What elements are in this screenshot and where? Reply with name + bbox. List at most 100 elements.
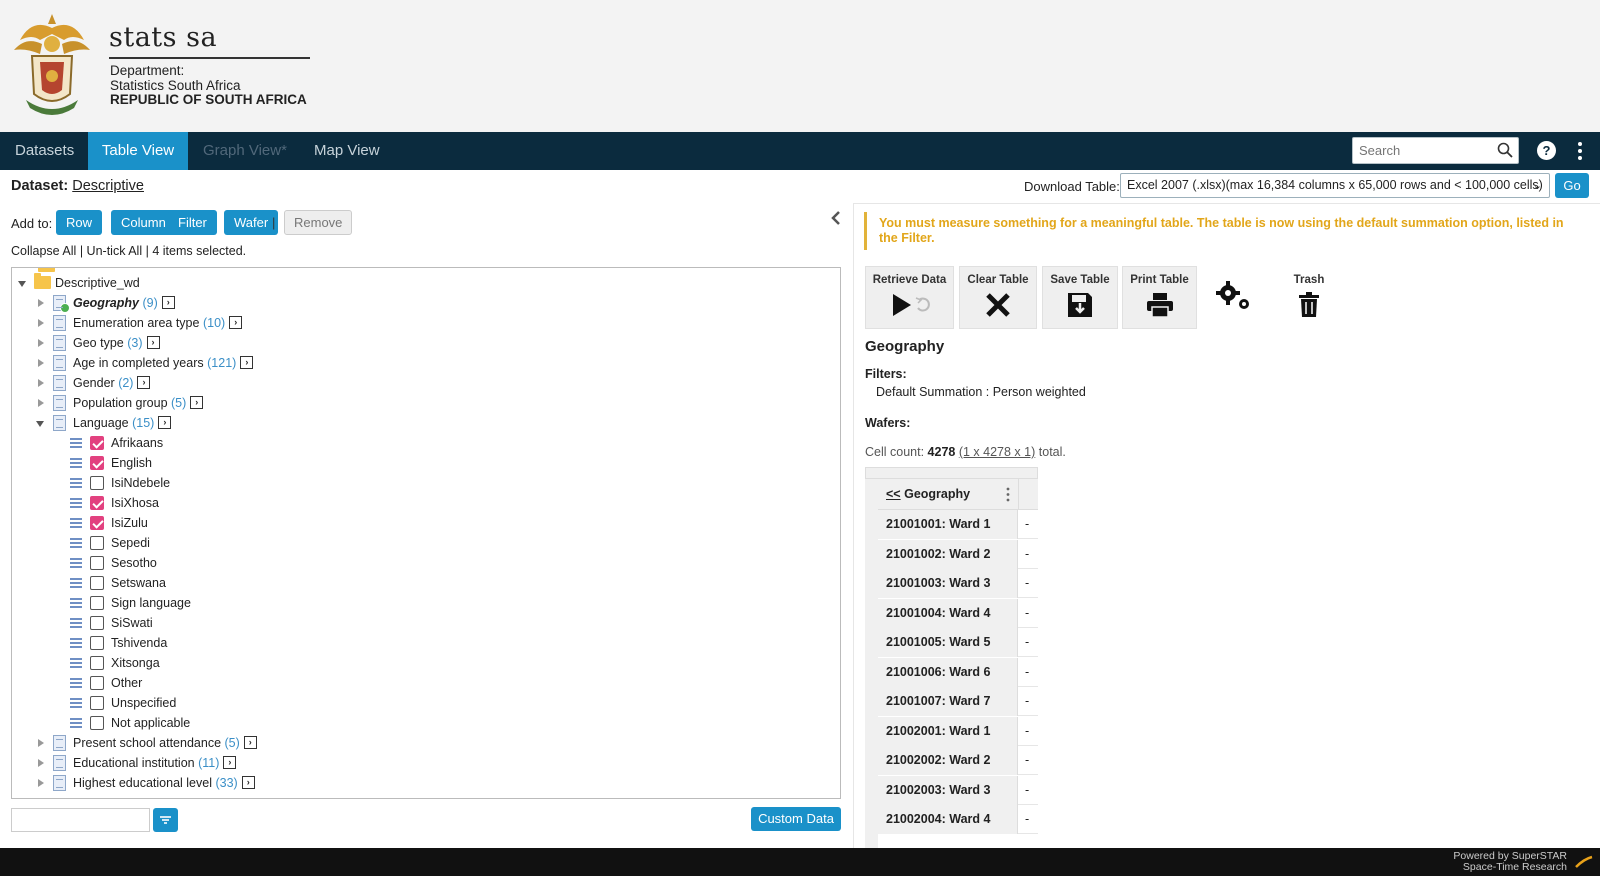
more-options-icon[interactable]: [1575, 140, 1585, 162]
expand-arrow-icon[interactable]: [38, 779, 44, 787]
category-checkbox[interactable]: [90, 516, 104, 530]
expand-arrow-icon[interactable]: [38, 339, 44, 347]
drag-handle-icon[interactable]: [70, 558, 82, 568]
category-checkbox[interactable]: [90, 616, 104, 630]
drag-handle-icon[interactable]: [70, 678, 82, 688]
expand-arrow-icon[interactable]: [38, 379, 44, 387]
expand-arrow-icon[interactable]: [38, 739, 44, 747]
add-filter-button[interactable]: Filter: [168, 210, 217, 235]
drag-handle-icon[interactable]: [70, 458, 82, 468]
variable-count: (121): [207, 356, 237, 370]
variable-count: (5): [224, 736, 240, 750]
drag-handle-icon[interactable]: [70, 658, 82, 668]
chevron-right-icon[interactable]: ›: [146, 336, 160, 350]
remove-button[interactable]: Remove: [284, 210, 353, 235]
trash-button[interactable]: Trash: [1274, 266, 1344, 329]
category-label: Tshivenda: [111, 636, 168, 650]
main-nav: Datasets Table View Graph View* Map View…: [0, 132, 1600, 170]
add-column-button[interactable]: Column: [111, 210, 176, 235]
tree-node-label: Educational institution (11) ›: [73, 753, 237, 773]
save-icon: [1068, 293, 1092, 317]
category-checkbox[interactable]: [90, 536, 104, 550]
column-header-label: << Geography: [886, 487, 970, 501]
collapse-arrow-icon[interactable]: [18, 281, 26, 287]
collapse-all-link[interactable]: Collapse All: [11, 244, 76, 258]
drag-handle-icon[interactable]: [70, 638, 82, 648]
cell-value: -: [1025, 546, 1030, 561]
collapse-arrow-icon[interactable]: [36, 421, 44, 427]
dataset-title: Dataset: Descriptive: [11, 178, 144, 194]
drag-handle-icon[interactable]: [70, 698, 82, 708]
category-checkbox[interactable]: [90, 496, 104, 510]
help-icon[interactable]: ?: [1536, 140, 1557, 161]
drag-handle-icon[interactable]: [70, 438, 82, 448]
dataset-name-link[interactable]: Descriptive: [72, 178, 144, 194]
chevron-right-icon[interactable]: ›: [240, 356, 254, 370]
table-row: 21001007: Ward 7 -: [878, 687, 1038, 716]
cell-count-dims-link[interactable]: (1 x 4278 x 1): [959, 445, 1035, 459]
category-checkbox[interactable]: [90, 716, 104, 730]
drag-handle-icon[interactable]: [70, 598, 82, 608]
category-label: Sepedi: [111, 536, 150, 550]
gear-icon: [1216, 281, 1249, 309]
category-checkbox[interactable]: [90, 636, 104, 650]
drag-handle-icon[interactable]: [70, 478, 82, 488]
chevron-right-icon[interactable]: ›: [158, 416, 172, 430]
expand-arrow-icon[interactable]: [38, 299, 44, 307]
category-checkbox[interactable]: [90, 596, 104, 610]
print-table-button[interactable]: Print Table: [1122, 266, 1197, 329]
column-menu-icon[interactable]: [1005, 487, 1011, 502]
collapse-panel-icon[interactable]: [830, 210, 842, 226]
expand-arrow-icon[interactable]: [38, 359, 44, 367]
chevron-right-icon[interactable]: ›: [190, 396, 204, 410]
powered-by: Powered by SuperSTAR Space-Time Research: [1453, 851, 1567, 873]
collapse-dimension-link[interactable]: <<: [886, 487, 901, 501]
coat-of-arms-logo: [14, 14, 90, 115]
add-wafer-button[interactable]: Wafer: [224, 210, 279, 235]
drag-handle-icon[interactable]: [70, 498, 82, 508]
expand-arrow-icon[interactable]: [38, 319, 44, 327]
tree-filter-button[interactable]: [153, 808, 178, 832]
tree-search-input[interactable]: [11, 808, 150, 832]
category-checkbox[interactable]: [90, 436, 104, 450]
chevron-right-icon[interactable]: ›: [137, 376, 151, 390]
category-checkbox[interactable]: [90, 476, 104, 490]
category-checkbox[interactable]: [90, 456, 104, 470]
chevron-right-icon[interactable]: ›: [241, 776, 255, 790]
chevron-right-icon[interactable]: ›: [243, 736, 257, 750]
expand-arrow-icon[interactable]: [38, 759, 44, 767]
search-input[interactable]: [1353, 138, 1491, 163]
category-checkbox[interactable]: [90, 656, 104, 670]
clear-table-button[interactable]: Clear Table: [959, 266, 1037, 329]
save-table-button[interactable]: Save Table: [1042, 266, 1118, 329]
filter-icon: [160, 816, 171, 824]
go-button[interactable]: Go: [1555, 173, 1589, 198]
category-checkbox[interactable]: [90, 556, 104, 570]
drag-handle-icon[interactable]: [70, 618, 82, 628]
variable-name: Geography: [73, 296, 139, 310]
category-checkbox[interactable]: [90, 576, 104, 590]
download-format-select[interactable]: Excel 2007 (.xlsx)(max 16,384 columns x …: [1120, 173, 1550, 198]
category-checkbox[interactable]: [90, 696, 104, 710]
custom-data-button[interactable]: Custom Data: [751, 807, 841, 831]
drag-handle-icon[interactable]: [70, 538, 82, 548]
add-row-button[interactable]: Row: [56, 210, 103, 235]
category-checkbox[interactable]: [90, 676, 104, 690]
chevron-right-icon[interactable]: ›: [223, 756, 237, 770]
drag-handle-icon[interactable]: [70, 718, 82, 728]
tab-datasets[interactable]: Datasets: [0, 132, 89, 170]
tree-node-label: Present school attendance (5) ›: [73, 733, 257, 753]
drag-handle-icon[interactable]: [70, 578, 82, 588]
drag-handle-icon[interactable]: [70, 518, 82, 528]
folder-icon: [34, 273, 51, 289]
chevron-right-icon[interactable]: ›: [161, 296, 175, 310]
chevron-right-icon[interactable]: ›: [229, 316, 243, 330]
untick-all-link[interactable]: Un-tick All: [87, 244, 143, 258]
column-header: << Geography: [878, 479, 1038, 510]
retrieve-data-button[interactable]: Retrieve Data: [865, 266, 954, 329]
search-icon[interactable]: [1497, 142, 1513, 158]
tab-map-view[interactable]: Map View: [299, 132, 395, 170]
expand-arrow-icon[interactable]: [38, 399, 44, 407]
settings-button[interactable]: [1199, 266, 1269, 329]
tab-table-view[interactable]: Table View: [88, 132, 188, 170]
